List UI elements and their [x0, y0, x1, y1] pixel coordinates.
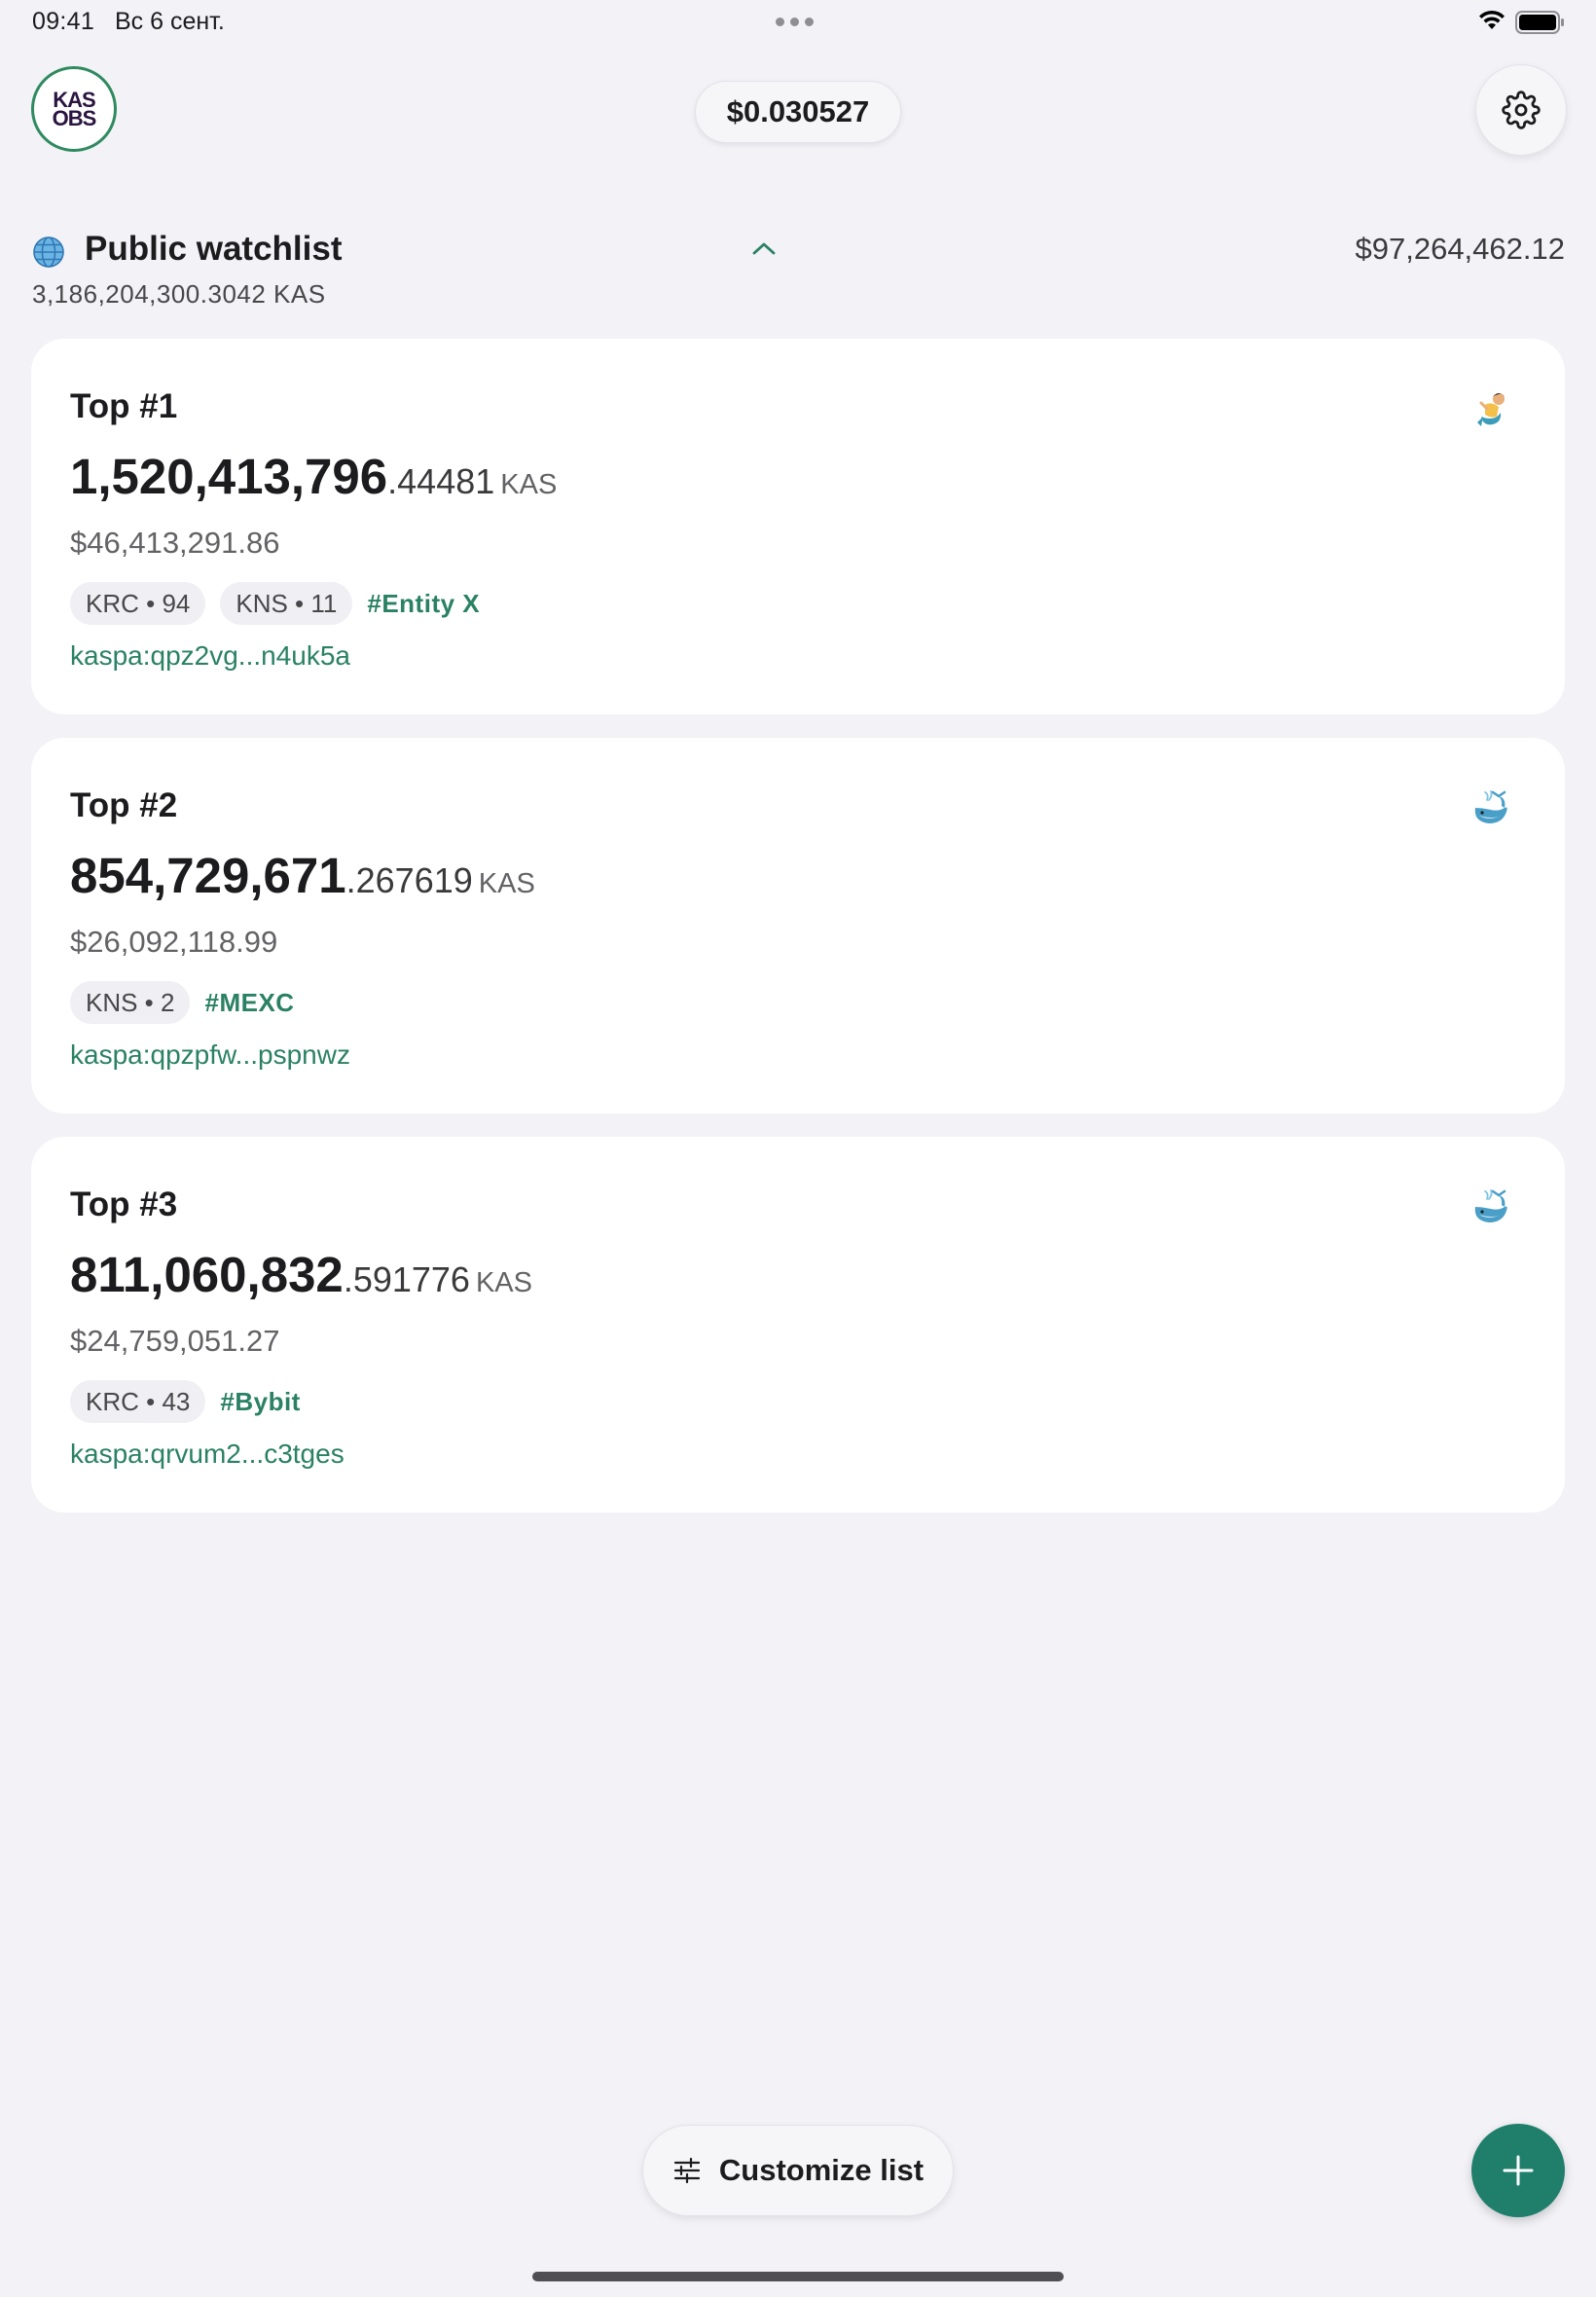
amount-integer: 811,060,832	[70, 1247, 344, 1302]
settings-button[interactable]	[1475, 64, 1567, 156]
card-title: Top #3	[70, 1185, 178, 1223]
chevron-up-icon[interactable]	[751, 240, 777, 256]
add-wallet-button[interactable]	[1471, 2124, 1565, 2217]
amount-unit: KAS	[500, 469, 558, 500]
card-amount: 1,520,413,796.44481 KAS	[70, 448, 557, 505]
customize-list-button[interactable]: Customize list	[642, 2125, 954, 2216]
wallet-card[interactable]: Top #3 811,060,832.591776 KAS $24,759,051…	[31, 1137, 1565, 1513]
wifi-icon	[1479, 10, 1505, 29]
card-usd-value: $26,092,118.99	[70, 925, 278, 959]
card-usd-value: $46,413,291.86	[70, 526, 280, 560]
amount-decimal: .591776	[343, 1259, 470, 1299]
amount-decimal: .44481	[387, 461, 495, 501]
entity-hashtag[interactable]: #Bybit	[220, 1387, 300, 1417]
amount-decimal: .267619	[345, 860, 473, 900]
wallet-card[interactable]: Top #1 1,520,413,796.44481 KAS $46,413,29…	[31, 339, 1565, 714]
whale-emoji-icon	[1474, 1189, 1507, 1222]
status-bar: 09:41 Вс 6 сент.	[0, 0, 1596, 47]
app-screen: 09:41 Вс 6 сент. KAS OBS $0.030527 Publi…	[0, 0, 1596, 2297]
tag-row: KRC • 94 KNS • 11 #Entity X	[70, 582, 480, 625]
merperson-emoji-icon	[1477, 393, 1505, 426]
logo-line-2: OBS	[52, 106, 97, 130]
entity-hashtag[interactable]: #MEXC	[204, 988, 294, 1018]
entity-hashtag[interactable]: #Entity X	[367, 589, 480, 619]
sliders-icon	[673, 2157, 701, 2184]
card-title: Top #2	[70, 786, 178, 824]
customize-list-label: Customize list	[718, 2153, 925, 2187]
app-logo[interactable]: KAS OBS	[31, 66, 117, 152]
card-title: Top #1	[70, 387, 178, 425]
home-indicator[interactable]	[532, 2272, 1064, 2281]
wallet-address[interactable]: kaspa:qrvum2...c3tges	[70, 1439, 345, 1470]
kns-tag[interactable]: KNS • 11	[220, 582, 353, 625]
watchlist-title[interactable]: Public watchlist	[85, 230, 343, 269]
status-date: Вс 6 сент.	[115, 8, 225, 35]
amount-integer: 1,520,413,796	[70, 449, 388, 504]
card-amount: 811,060,832.591776 KAS	[70, 1246, 532, 1303]
krc-tag[interactable]: KRC • 94	[70, 582, 206, 625]
multitasking-dots-icon[interactable]	[776, 18, 814, 26]
status-time: 09:41	[32, 8, 95, 35]
tag-row: KRC • 43 #Bybit	[70, 1380, 301, 1423]
wallet-address[interactable]: kaspa:qpzpfw...pspnwz	[70, 1039, 350, 1071]
globe-icon	[33, 237, 64, 268]
card-usd-value: $24,759,051.27	[70, 1324, 280, 1358]
gear-icon	[1502, 91, 1541, 129]
wallet-card[interactable]: Top #2 854,729,671.267619 KAS $26,092,118…	[31, 738, 1565, 1113]
tag-row: KNS • 2 #MEXC	[70, 981, 295, 1024]
krc-tag[interactable]: KRC • 43	[70, 1380, 206, 1423]
battery-icon	[1515, 11, 1564, 34]
whale-emoji-icon	[1474, 790, 1507, 823]
kns-tag[interactable]: KNS • 2	[70, 981, 191, 1024]
amount-integer: 854,729,671	[70, 848, 346, 903]
watchlist-total-usd: $97,264,462.12	[1355, 232, 1566, 266]
wallet-address[interactable]: kaspa:qpz2vg...n4uk5a	[70, 640, 350, 672]
amount-unit: KAS	[475, 1267, 532, 1298]
kas-price-pill[interactable]: $0.030527	[695, 81, 901, 143]
amount-unit: KAS	[478, 868, 535, 899]
card-amount: 854,729,671.267619 KAS	[70, 847, 535, 904]
watchlist-total-kas: 3,186,204,300.3042 KAS	[32, 279, 326, 309]
plus-icon	[1503, 2155, 1534, 2186]
